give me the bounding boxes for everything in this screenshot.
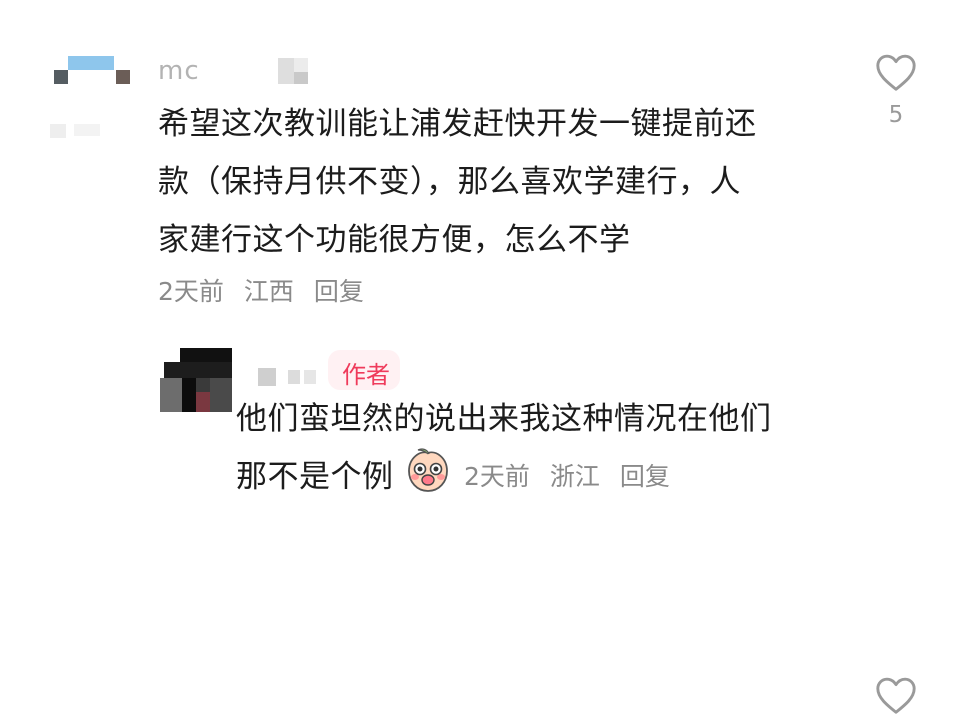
- crying-peach-emoji: [408, 448, 448, 492]
- like-button[interactable]: 5: [872, 52, 920, 128]
- comment-text: 希望这次教训能让浦发赶快开发一键提前还 款（保持月供不变），那么喜欢学建行，人 …: [158, 106, 757, 258]
- reply-button[interactable]: 回复: [314, 277, 364, 306]
- reply-button[interactable]: 回复: [620, 462, 670, 491]
- like-count: 5: [888, 102, 904, 128]
- author-badge-label: 作者: [342, 361, 390, 389]
- reply-time: 2天前: [464, 462, 530, 491]
- author-badge: 作者: [328, 350, 400, 390]
- heart-outline-icon: [876, 54, 916, 91]
- comment-username[interactable]: mc: [158, 56, 200, 86]
- comment-meta: 2天前 江西 回复: [158, 272, 376, 308]
- reply-item: 作者 他们蛮坦然的说出来我这种情况在他们 那不是个例 2天前 浙江 回复: [0, 330, 960, 714]
- user-avatar[interactable]: [46, 48, 138, 144]
- reply-meta: 2天前 浙江 回复: [464, 457, 682, 493]
- username-mosaic[interactable]: [258, 368, 318, 386]
- user-avatar[interactable]: [160, 348, 232, 420]
- reply-location: 浙江: [549, 462, 600, 491]
- comment-time: 2天前: [158, 277, 224, 306]
- username-mosaic: [278, 58, 308, 84]
- comment-location: 江西: [243, 277, 294, 306]
- heart-outline-icon: [876, 677, 916, 714]
- comment-item: mc 希望这次教训能让浦发赶快开发一键提前还 款（保持月供不变），那么喜欢学建行…: [0, 0, 960, 330]
- like-button[interactable]: [872, 675, 920, 715]
